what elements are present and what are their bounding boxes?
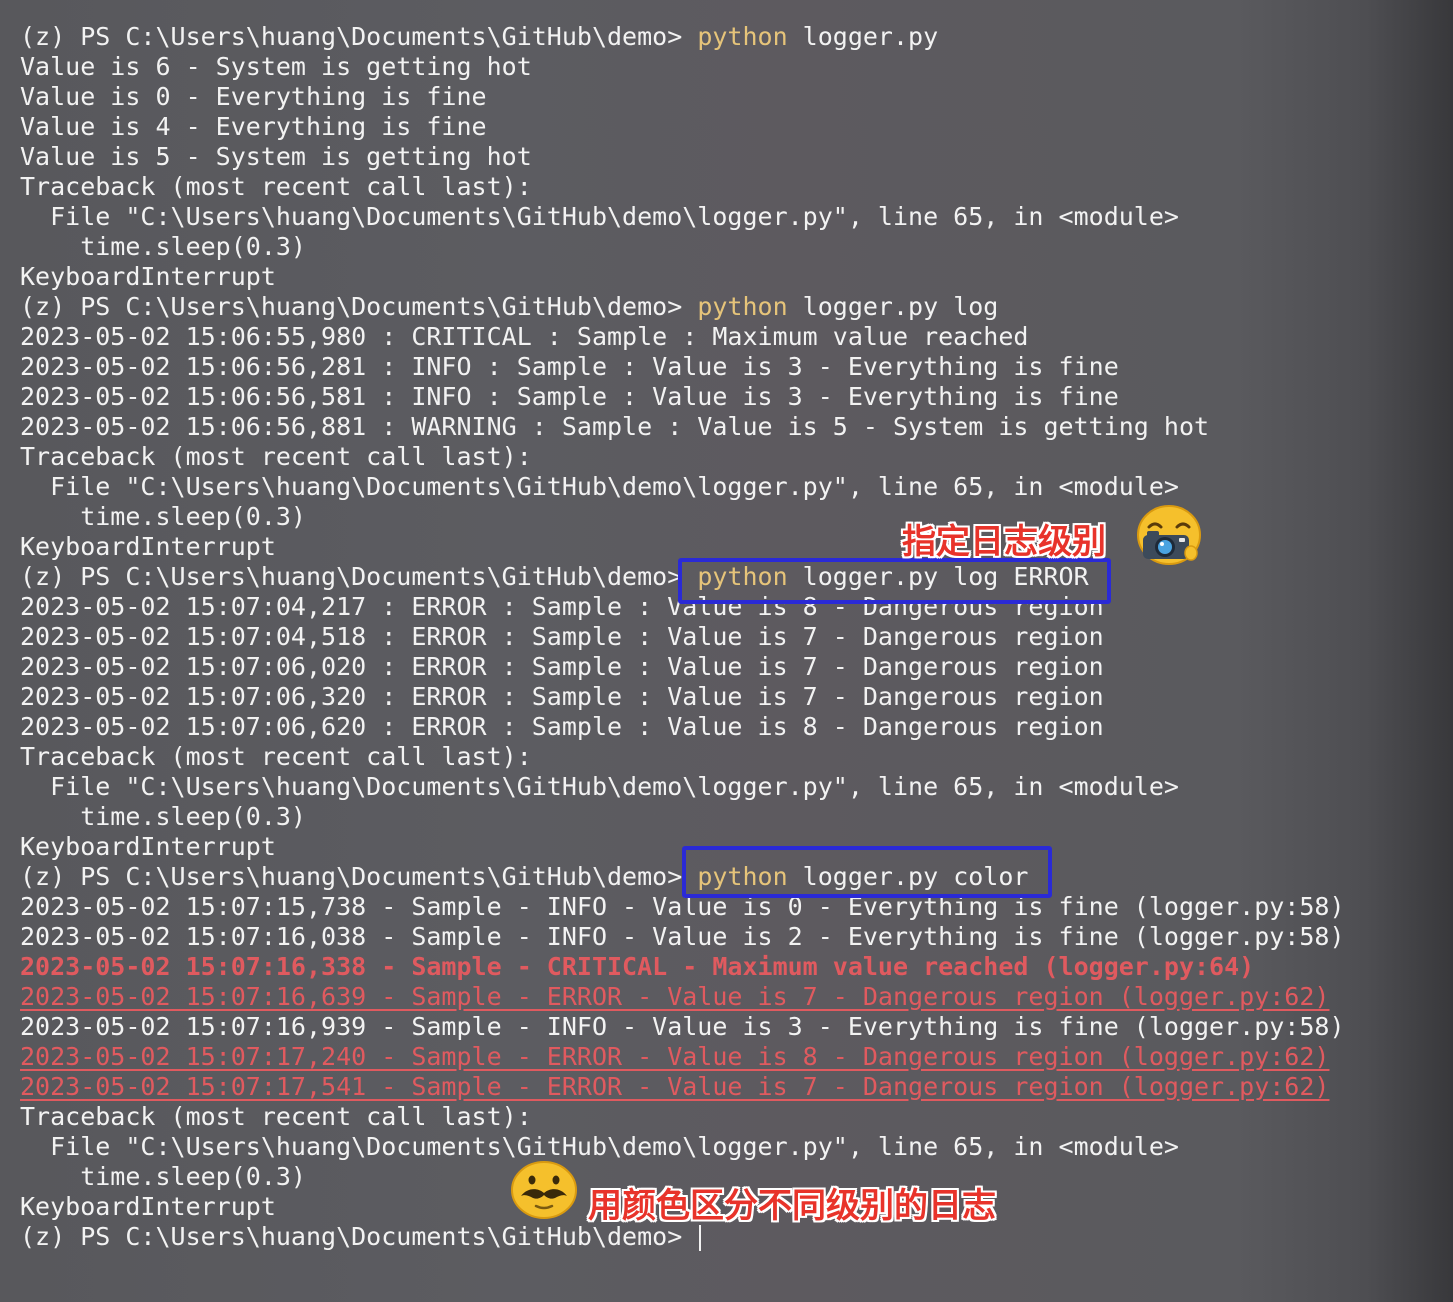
- terminal-output-line: Value is 4 - Everything is fine: [20, 112, 487, 141]
- terminal-output-line: 2023-05-02 15:07:06,620 : ERROR : Sample…: [20, 712, 1104, 741]
- terminal-output-line: 2023-05-02 15:06:56,581 : INFO : Sample …: [20, 382, 1119, 411]
- terminal-output-line: 2023-05-02 15:07:06,320 : ERROR : Sample…: [20, 682, 1104, 711]
- terminal-output-line: File "C:\Users\huang\Documents\GitHub\de…: [20, 772, 1179, 801]
- terminal-output-line: 2023-05-02 15:07:06,020 : ERROR : Sample…: [20, 652, 1104, 681]
- prompt-path: (z) PS C:\Users\huang\Documents\GitHub\d…: [20, 22, 698, 51]
- text-cursor[interactable]: [699, 1225, 702, 1251]
- highlight-box-color: [682, 846, 1052, 898]
- mustache-face-icon: [511, 1161, 577, 1219]
- terminal-output-line: Traceback (most recent call last):: [20, 1102, 532, 1131]
- terminal-output-line: Value is 0 - Everything is fine: [20, 82, 487, 111]
- command-args: logger.py: [787, 22, 939, 51]
- terminal-output-line: Traceback (most recent call last):: [20, 742, 532, 771]
- terminal-output-line: time.sleep(0.3): [20, 232, 306, 261]
- terminal-output-line: Value is 6 - System is getting hot: [20, 52, 532, 81]
- terminal-prompt-line: (z) PS C:\Users\huang\Documents\GitHub\d…: [20, 22, 938, 52]
- terminal-output-line: time.sleep(0.3): [20, 802, 306, 831]
- terminal-output-line: 2023-05-02 15:07:16,038 - Sample - INFO …: [20, 922, 1345, 951]
- terminal-output-line: time.sleep(0.3): [20, 1162, 306, 1191]
- terminal-window[interactable]: (z) PS C:\Users\huang\Documents\GitHub\d…: [0, 0, 1453, 1302]
- terminal-output-line: 2023-05-02 15:06:56,281 : INFO : Sample …: [20, 352, 1119, 381]
- terminal-output-line: Traceback (most recent call last):: [20, 172, 532, 201]
- highlight-box-log-error: [678, 558, 1111, 604]
- prompt-path: (z) PS C:\Users\huang\Documents\GitHub\d…: [20, 862, 698, 891]
- command-args: logger.py log: [787, 292, 999, 321]
- terminal-log-line-err: 2023-05-02 15:07:17,240 - Sample - ERROR…: [20, 1042, 1330, 1071]
- annotation-log-level: 指定日志级别: [902, 522, 1106, 562]
- terminal-log-line-crit: 2023-05-02 15:07:16,338 - Sample - CRITI…: [20, 952, 1255, 981]
- terminal-log-line-err: 2023-05-02 15:07:17,541 - Sample - ERROR…: [20, 1072, 1330, 1101]
- terminal-output-line: File "C:\Users\huang\Documents\GitHub\de…: [20, 202, 1179, 231]
- terminal-output-line: time.sleep(0.3): [20, 502, 306, 531]
- prompt-path: (z) PS C:\Users\huang\Documents\GitHub\d…: [20, 292, 698, 321]
- terminal-log-line-err: 2023-05-02 15:07:16,639 - Sample - ERROR…: [20, 982, 1330, 1011]
- terminal-output-line: KeyboardInterrupt: [20, 262, 276, 291]
- prompt-path: (z) PS C:\Users\huang\Documents\GitHub\d…: [20, 562, 698, 591]
- face-with-camera-icon: [1137, 505, 1201, 565]
- terminal-output-line: 2023-05-02 15:06:56,881 : WARNING : Samp…: [20, 412, 1210, 441]
- terminal-output-line: File "C:\Users\huang\Documents\GitHub\de…: [20, 1132, 1179, 1161]
- terminal-prompt-line: (z) PS C:\Users\huang\Documents\GitHub\d…: [20, 292, 998, 322]
- command-keyword: python: [697, 22, 788, 51]
- terminal-output-line: 2023-05-02 15:07:04,518 : ERROR : Sample…: [20, 622, 1104, 651]
- terminal-output-line: Traceback (most recent call last):: [20, 442, 532, 471]
- terminal-output-line: KeyboardInterrupt: [20, 532, 276, 561]
- command-keyword: python: [697, 292, 788, 321]
- annotation-color-levels: 用颜色区分不同级别的日志: [588, 1186, 996, 1226]
- terminal-output-line: KeyboardInterrupt: [20, 832, 276, 861]
- terminal-output-line: 2023-05-02 15:06:55,980 : CRITICAL : Sam…: [20, 322, 1029, 351]
- terminal-output-line: Value is 5 - System is getting hot: [20, 142, 532, 171]
- terminal-output-line: KeyboardInterrupt: [20, 1192, 276, 1221]
- terminal-output-line: 2023-05-02 15:07:16,939 - Sample - INFO …: [20, 1012, 1345, 1041]
- terminal-output-line: File "C:\Users\huang\Documents\GitHub\de…: [20, 472, 1179, 501]
